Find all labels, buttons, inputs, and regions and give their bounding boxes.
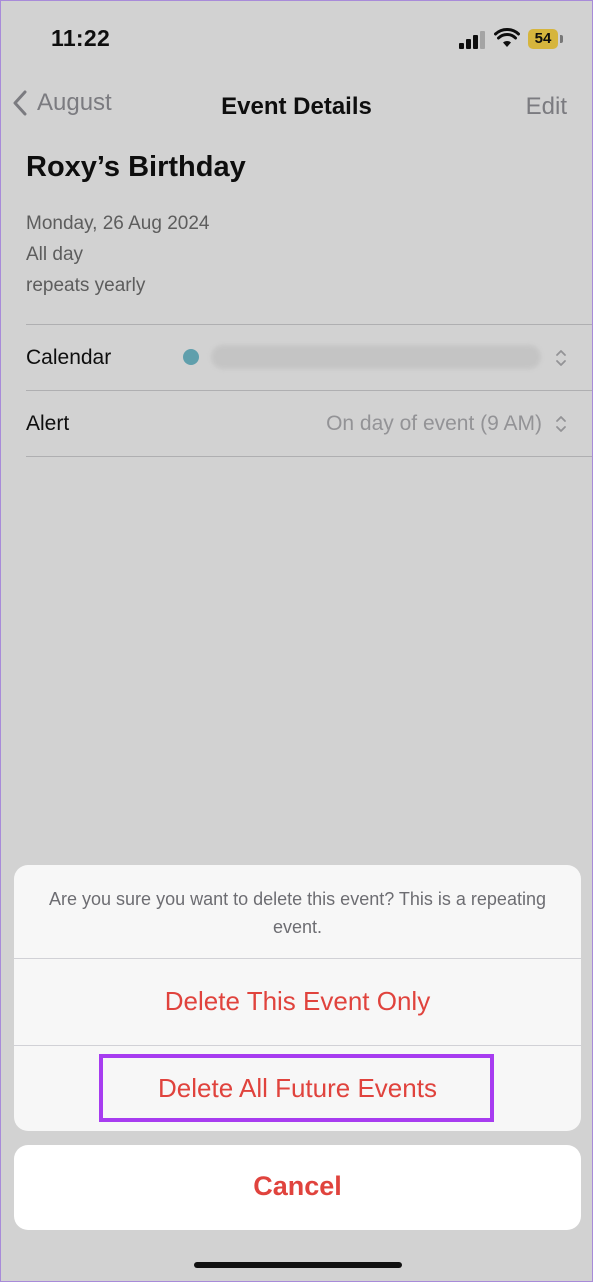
home-indicator[interactable]	[194, 1262, 402, 1268]
cancel-button[interactable]: Cancel	[14, 1171, 581, 1202]
highlight-box	[99, 1054, 494, 1122]
cancel-card: Cancel	[14, 1145, 581, 1230]
sheet-divider	[14, 1045, 581, 1046]
phone-screen: 11:22 54 August Event Details Edit Roxy’…	[0, 0, 593, 1282]
action-sheet-message: Are you sure you want to delete this eve…	[49, 889, 546, 937]
sheet-divider	[14, 958, 581, 959]
delete-this-event-button[interactable]: Delete This Event Only	[14, 986, 581, 1017]
